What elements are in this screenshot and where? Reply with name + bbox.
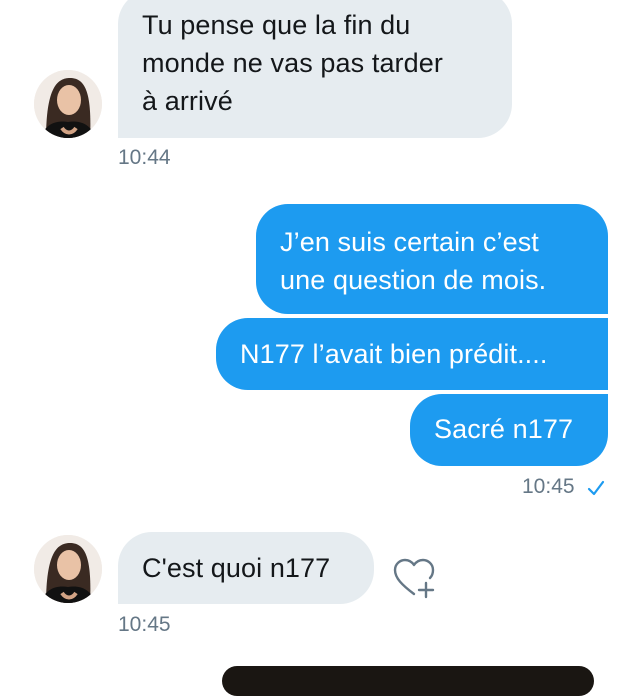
avatar-photo	[34, 535, 102, 603]
like-heart-plus-icon[interactable]	[390, 554, 440, 604]
message-line: Tu pense que la fin du	[142, 10, 411, 40]
message-line: C'est quoi n177	[142, 553, 331, 583]
message-line: N177 l’avait bien prédit....	[240, 339, 548, 369]
message-line: Sacré n177	[434, 414, 574, 444]
message-timestamp: 10:45	[118, 613, 171, 636]
avatar-photo	[34, 70, 102, 138]
outgoing-message-bubble[interactable]: J’en suis certain c’est une question de …	[256, 204, 608, 314]
media-message-preview[interactable]	[222, 666, 594, 696]
outgoing-message-bubble[interactable]: N177 l’avait bien prédit....	[216, 318, 608, 390]
outgoing-message-bubble[interactable]: Sacré n177	[410, 394, 608, 466]
incoming-message-bubble[interactable]: C'est quoi n177	[118, 532, 374, 604]
message-timestamp: 10:44	[118, 146, 171, 169]
contact-avatar[interactable]	[34, 535, 102, 603]
incoming-message-bubble[interactable]: Tu pense que la fin du monde ne vas pas …	[118, 0, 512, 138]
message-line: à arrivé	[142, 86, 233, 116]
message-line: J’en suis certain c’est	[280, 227, 539, 257]
read-check-icon	[587, 480, 605, 496]
message-line: monde ne vas pas tarder	[142, 48, 443, 78]
message-timestamp: 10:45	[522, 475, 575, 498]
message-line: une question de mois.	[280, 265, 547, 295]
contact-avatar[interactable]	[34, 70, 102, 138]
